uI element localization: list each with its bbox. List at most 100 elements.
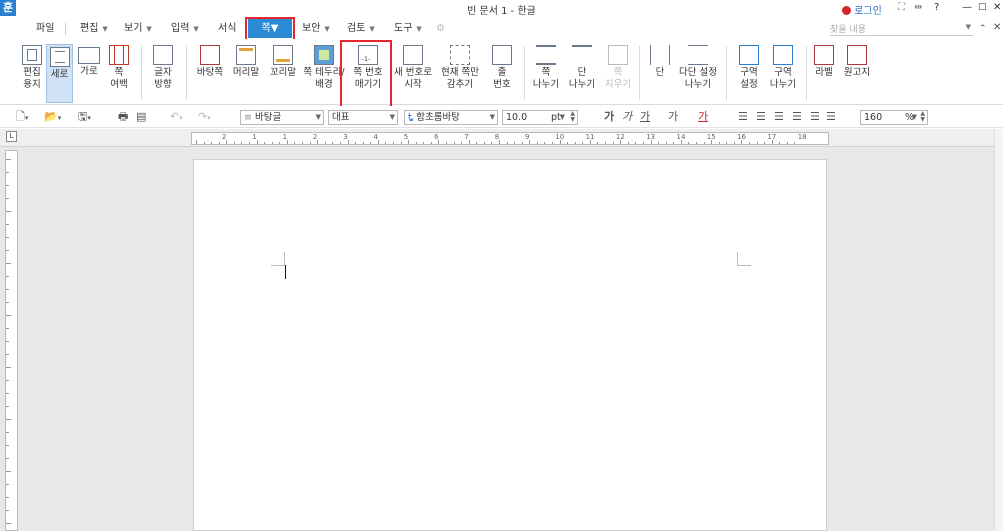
hide-page-button[interactable]: 현재 쪽만 감추기 [438,45,482,105]
ruler-number: 16 [737,133,747,141]
margin-button[interactable]: 쪽 여백 [104,45,134,105]
ruler-number: 1 [252,133,257,141]
strikethrough-button[interactable]: 가 [668,109,678,125]
footer-button[interactable]: 꼬리말 [266,45,300,105]
menu-file[interactable]: 파일 [36,21,54,37]
menu-edit[interactable]: 편집 ▼ [80,21,108,37]
ruler-tick [544,142,546,144]
line-number-button[interactable]: 줄 번호 [488,45,516,105]
close-button[interactable]: ✕ [993,2,1001,13]
landscape-button[interactable]: 가로 [76,45,102,105]
menu-insert[interactable]: 입력 ▼ [171,21,199,37]
login-link[interactable]: 로그인 [842,2,882,17]
ruler-tick [612,142,614,144]
master-page-button[interactable]: 바탕쪽 [194,45,226,105]
ruler-tick [6,185,9,186]
search-input[interactable]: 찾을 내용 ▼ [830,22,973,36]
menu-label: 서식 [218,23,237,34]
help-button[interactable]: ? [934,2,939,13]
menu-security[interactable]: 보안 ▼ [302,21,330,37]
preview-icon[interactable]: ▤ [136,109,146,125]
italic-button[interactable]: 가 [622,109,632,125]
header-button[interactable]: 머리말 [229,45,263,105]
multi-column-button[interactable]: 다단 설정 나누기 [678,45,718,105]
split-icon[interactable]: ⇹ [914,2,922,13]
vertical-scrollbar[interactable] [994,129,1003,531]
quick-access-icon[interactable]: ⚙ [436,21,445,37]
distribute-icon[interactable]: ☰ [810,109,820,125]
horizontal-ruler[interactable]: 2 1 1 2 3 4 5 6 7 8 9 10 11 12 13 14 15 16 17 18 [191,132,829,145]
master-page-icon [200,45,220,65]
redo-icon[interactable]: ↷▾ [198,109,211,126]
split-align-icon[interactable]: ☰ [826,109,836,125]
underline-button[interactable]: 가 [640,109,650,125]
portrait-button[interactable]: 세로 [46,44,73,103]
collapse-ribbon-icon[interactable]: ⌃ [979,24,987,34]
style-select[interactable]: ≡ 바탕글 ▼ [240,110,324,125]
section-break-button[interactable]: 구역 나누기 [768,45,798,105]
menu-review[interactable]: 검토 ▼ [347,21,375,37]
section-setup-button[interactable]: 구역 설정 [734,45,764,105]
minimize-button[interactable]: — [962,2,972,13]
text-direction-button[interactable]: 글자 방향 [148,45,178,105]
zoom-input[interactable]: 160 % ▼ ▲ ▼ [860,110,928,125]
manuscript-button[interactable]: 원고지 [840,45,874,105]
ruler-tick [6,263,11,264]
ruler-tick [415,142,417,144]
menu-view[interactable]: 보기 ▼ [124,21,152,37]
ruler-tick [203,142,205,144]
new-document-icon[interactable]: 🗋▾ [16,109,28,126]
undo-icon[interactable]: ↶▾ [170,109,183,126]
page-setup-button[interactable]: 편집 용지 [18,45,46,105]
font-size-input[interactable]: 10.0 pt ▼ ▲ ▼ [502,110,578,125]
print-icon[interactable]: 🖶 [118,109,128,125]
ruler-tick [309,142,311,144]
ruler-tick [6,432,9,433]
ruler-tick [430,142,432,144]
menu-format[interactable]: 서식 [218,21,236,37]
ruler-number: 11 [585,133,595,141]
open-folder-icon[interactable]: 📂▾ [44,109,61,126]
document-page[interactable] [193,159,827,531]
save-icon[interactable]: 🖫▾ [78,109,91,126]
ruler-tick [6,380,9,381]
ribbon-label: 시작 [404,79,422,90]
language-select[interactable]: 대표 ▼ [328,110,398,125]
spinner-icon[interactable]: ▲ ▼ [920,111,925,123]
align-justify-icon[interactable]: ☰ [738,109,748,125]
ruler-tick [703,142,705,144]
close-doc-icon[interactable]: ✕ [993,22,1001,33]
ribbon-label: 원고지 [843,67,871,78]
ruler-toggle-icon[interactable]: L [6,131,17,142]
ruler-tick [445,142,447,144]
new-number-button[interactable]: 새 번호로 시작 [393,45,433,105]
ruler-tick [6,250,9,251]
align-left-icon[interactable]: ☰ [756,109,766,125]
bold-button[interactable]: 가 [604,109,614,125]
chevron-down-icon[interactable]: ▼ [966,23,971,31]
label-button[interactable]: 라벨 [812,45,836,105]
font-color-button[interactable]: 가 [698,109,708,125]
vertical-ruler[interactable] [5,150,18,531]
align-right-icon[interactable]: ☰ [792,109,802,125]
columns-button[interactable]: 단 [648,45,672,105]
menu-tools[interactable]: 도구 ▼ [394,21,422,37]
fullscreen-icon[interactable]: ⛶ [898,2,905,13]
page-break-button[interactable]: 쪽 나누기 [532,45,560,105]
ruler-tick [756,142,758,144]
chevron-down-icon: ▼ [911,113,917,121]
spinner-icon[interactable]: ▲ ▼ [570,111,575,123]
font-select[interactable]: Ꮏ 함초롬바탕 ▼ [404,110,498,125]
maximize-button[interactable]: □ [978,2,987,12]
ribbon-label: 설정 [740,79,758,90]
style-icon: ≡ [244,112,255,123]
align-center-icon[interactable]: ☰ [774,109,784,125]
font-size-value: 10.0 [506,112,528,123]
delete-page-button[interactable]: 쪽 지우기 [604,45,632,105]
column-break-button[interactable]: 단 나누기 [568,45,596,105]
ribbon-label: 용지 [23,79,41,90]
ruler-number: 2 [222,133,227,141]
ruler-tick [536,142,538,144]
ribbon-label: 꼬리말 [269,67,297,78]
language-value: 대표 [332,112,350,123]
